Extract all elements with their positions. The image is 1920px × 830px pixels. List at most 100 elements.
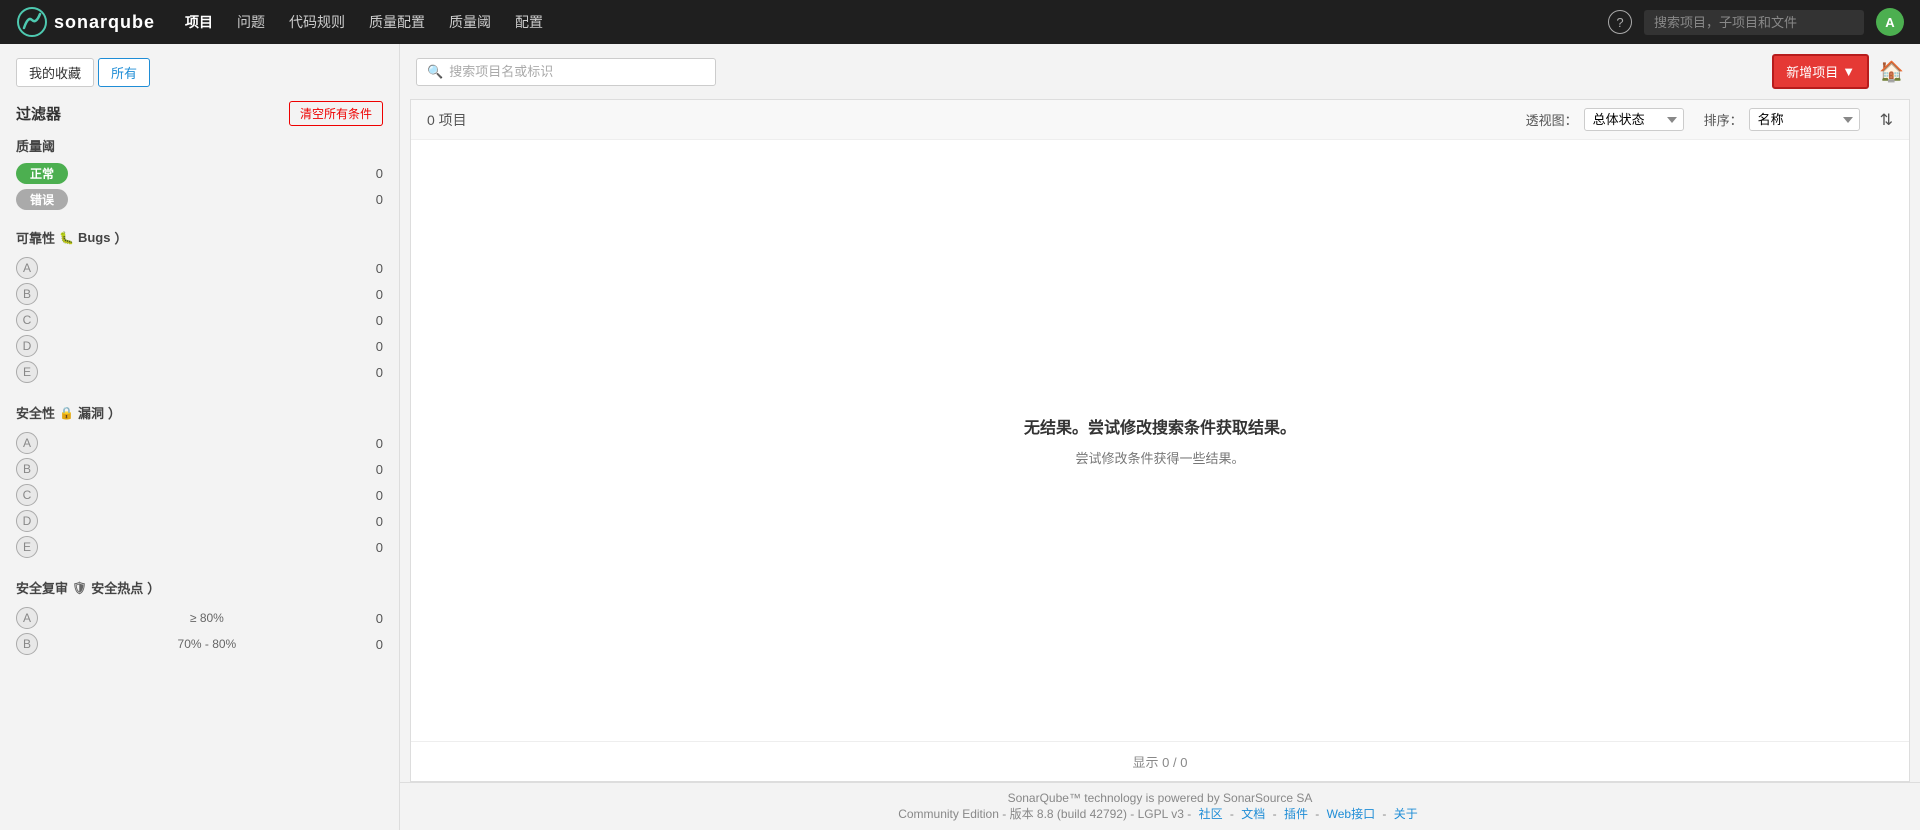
nav-item-rules[interactable]: 代码规则: [279, 8, 355, 36]
sr-rating-a-circle[interactable]: A: [16, 607, 38, 629]
projects-count: 0 项目: [427, 110, 467, 130]
content-toolbar: 🔍 新增项目 ▼ 🏠: [400, 44, 1920, 99]
top-navigation: sonarqube 项目 问题 代码规则 质量配置 质量阈 配置 ? A: [0, 0, 1920, 44]
nav-item-quality-profiles[interactable]: 质量配置: [359, 8, 435, 36]
quality-gate-ok: 正常 0: [16, 163, 383, 184]
quality-gate-title: 质量阈: [16, 136, 383, 155]
nav-item-settings[interactable]: 配置: [505, 8, 553, 36]
content-area: 🔍 新增项目 ▼ 🏠 0 项目 透视图： 总体状态可靠性安全性安全复审覆盖率重复: [400, 44, 1920, 830]
nav-item-issues[interactable]: 问题: [227, 8, 275, 36]
home-button[interactable]: 🏠: [1879, 59, 1904, 84]
help-button[interactable]: ?: [1608, 10, 1632, 34]
nav-item-projects[interactable]: 项目: [175, 8, 223, 36]
footer-edition: Community Edition - 版本 8.8 (build 42792)…: [408, 805, 1912, 822]
logo-text: sonarqube: [54, 12, 155, 33]
lock-icon: 🔒: [59, 406, 74, 420]
rating-d-circle[interactable]: D: [16, 335, 38, 357]
project-search-input[interactable]: [449, 64, 705, 79]
footer-link-webapi[interactable]: Web接口: [1327, 807, 1375, 821]
reliability-rating-b: B 0: [16, 281, 383, 307]
rating-c-circle[interactable]: C: [16, 309, 38, 331]
page-footer: SonarQube™ technology is powered by Sona…: [400, 782, 1920, 830]
filter-title: 过滤器: [16, 103, 61, 124]
rating-e-count: 0: [376, 365, 383, 380]
perspective-control: 透视图： 总体状态可靠性安全性安全复审覆盖率重复: [1526, 108, 1684, 131]
rating-b-circle[interactable]: B: [16, 283, 38, 305]
footer-link-community[interactable]: 社区: [1199, 807, 1223, 821]
project-search-box[interactable]: 🔍: [416, 58, 716, 86]
empty-state: 无结果。尝试修改搜索条件获取结果。 尝试修改条件获得一些结果。: [411, 140, 1909, 741]
bug-icon: 🐛: [59, 231, 74, 245]
rating-c-count: 0: [376, 313, 383, 328]
sidebar-tabs: 我的收藏 所有: [0, 44, 399, 97]
sidebar-scrollable[interactable]: 过滤器 清空所有条件 质量阈 正常 0 错误 0: [0, 97, 399, 830]
sr-rating-b: B 70% - 80% 0: [16, 631, 383, 657]
qg-badge-error[interactable]: 错误: [16, 189, 68, 210]
user-avatar[interactable]: A: [1876, 8, 1904, 36]
empty-title: 无结果。尝试修改搜索条件获取结果。: [1024, 414, 1296, 438]
sec-rating-b-circle[interactable]: B: [16, 458, 38, 480]
reliability-rating-c: C 0: [16, 307, 383, 333]
security-rating-d: D 0: [16, 508, 383, 534]
filters-bar: 0 项目 透视图： 总体状态可靠性安全性安全复审覆盖率重复 排序： 名称质量阈最…: [411, 100, 1909, 140]
rating-a-count: 0: [376, 261, 383, 276]
security-rating-c: C 0: [16, 482, 383, 508]
sidebar: 我的收藏 所有 过滤器 清空所有条件 质量阈 正常 0 错误 0: [0, 44, 400, 830]
sort-select[interactable]: 名称质量阈最后分析时间: [1749, 108, 1860, 131]
empty-subtitle: 尝试修改条件获得一些结果。: [1075, 448, 1244, 467]
filter-header: 过滤器 清空所有条件: [16, 101, 383, 126]
nav-items: 项目 问题 代码规则 质量配置 质量阈 配置: [175, 8, 1588, 36]
reliability-rating-a: A 0: [16, 255, 383, 281]
sec-rating-c-circle[interactable]: C: [16, 484, 38, 506]
perspective-select[interactable]: 总体状态可靠性安全性安全复审覆盖率重复: [1584, 108, 1684, 131]
footer-link-plugins[interactable]: 插件: [1284, 807, 1308, 821]
clear-all-button[interactable]: 清空所有条件: [289, 101, 383, 126]
toolbar-right: 新增项目 ▼ 🏠: [1772, 54, 1904, 89]
nav-right: ? A: [1608, 8, 1904, 36]
quality-gate-filter: 质量阈 正常 0 错误 0: [16, 136, 383, 210]
security-rating-b: B 0: [16, 456, 383, 482]
sec-rating-a-circle[interactable]: A: [16, 432, 38, 454]
rating-d-count: 0: [376, 339, 383, 354]
sec-rating-d-circle[interactable]: D: [16, 510, 38, 532]
shield-icon: 🛡: [72, 581, 87, 595]
rating-e-circle[interactable]: E: [16, 361, 38, 383]
security-rating-e: E 0: [16, 534, 383, 560]
main-layout: 我的收藏 所有 过滤器 清空所有条件 质量阈 正常 0 错误 0: [0, 44, 1920, 830]
show-count: 显示 0 / 0: [411, 741, 1909, 781]
global-search-input[interactable]: [1644, 10, 1864, 35]
search-icon: 🔍: [427, 64, 443, 80]
security-filter: 安全性 🔒 漏洞 ） A 0 B 0 C 0 D: [16, 403, 383, 560]
reliability-rating-e: E 0: [16, 359, 383, 385]
qg-badge-ok[interactable]: 正常: [16, 163, 68, 184]
footer-tech: SonarQube™ technology is powered by Sona…: [408, 791, 1912, 805]
tab-favorites[interactable]: 我的收藏: [16, 58, 94, 87]
sec-rating-e-circle[interactable]: E: [16, 536, 38, 558]
sr-rating-b-circle[interactable]: B: [16, 633, 38, 655]
sort-label: 排序：: [1704, 110, 1743, 129]
sort-control: 排序： 名称质量阈最后分析时间: [1704, 108, 1860, 131]
rating-b-count: 0: [376, 287, 383, 302]
view-controls: 透视图： 总体状态可靠性安全性安全复审覆盖率重复 排序： 名称质量阈最后分析时间…: [1526, 108, 1893, 131]
reliability-title: 可靠性 🐛 Bugs ）: [16, 228, 383, 247]
reliability-filter: 可靠性 🐛 Bugs ） A 0 B 0 C 0 D: [16, 228, 383, 385]
tab-all[interactable]: 所有: [98, 58, 150, 87]
nav-item-quality-gates[interactable]: 质量阈: [439, 8, 501, 36]
qg-count-error: 0: [376, 192, 383, 207]
security-review-title: 安全复审 🛡 安全热点 ）: [16, 578, 383, 597]
quality-gate-error: 错误 0: [16, 189, 383, 210]
new-project-button[interactable]: 新增项目 ▼: [1772, 54, 1869, 89]
reliability-rating-d: D 0: [16, 333, 383, 359]
security-review-filter: 安全复审 🛡 安全热点 ） A ≥ 80% 0 B 70% - 80% 0: [16, 578, 383, 657]
security-title: 安全性 🔒 漏洞 ）: [16, 403, 383, 422]
sr-rating-a: A ≥ 80% 0: [16, 605, 383, 631]
perspective-label: 透视图：: [1526, 110, 1578, 129]
sort-direction-icon[interactable]: ⇅: [1880, 110, 1893, 130]
security-rating-a: A 0: [16, 430, 383, 456]
rating-a-circle[interactable]: A: [16, 257, 38, 279]
footer-link-docs[interactable]: 文档: [1241, 807, 1265, 821]
footer-link-about[interactable]: 关于: [1394, 807, 1418, 821]
logo: sonarqube: [16, 6, 155, 38]
sonarqube-logo-icon: [16, 6, 48, 38]
content-main: 0 项目 透视图： 总体状态可靠性安全性安全复审覆盖率重复 排序： 名称质量阈最…: [410, 99, 1910, 782]
